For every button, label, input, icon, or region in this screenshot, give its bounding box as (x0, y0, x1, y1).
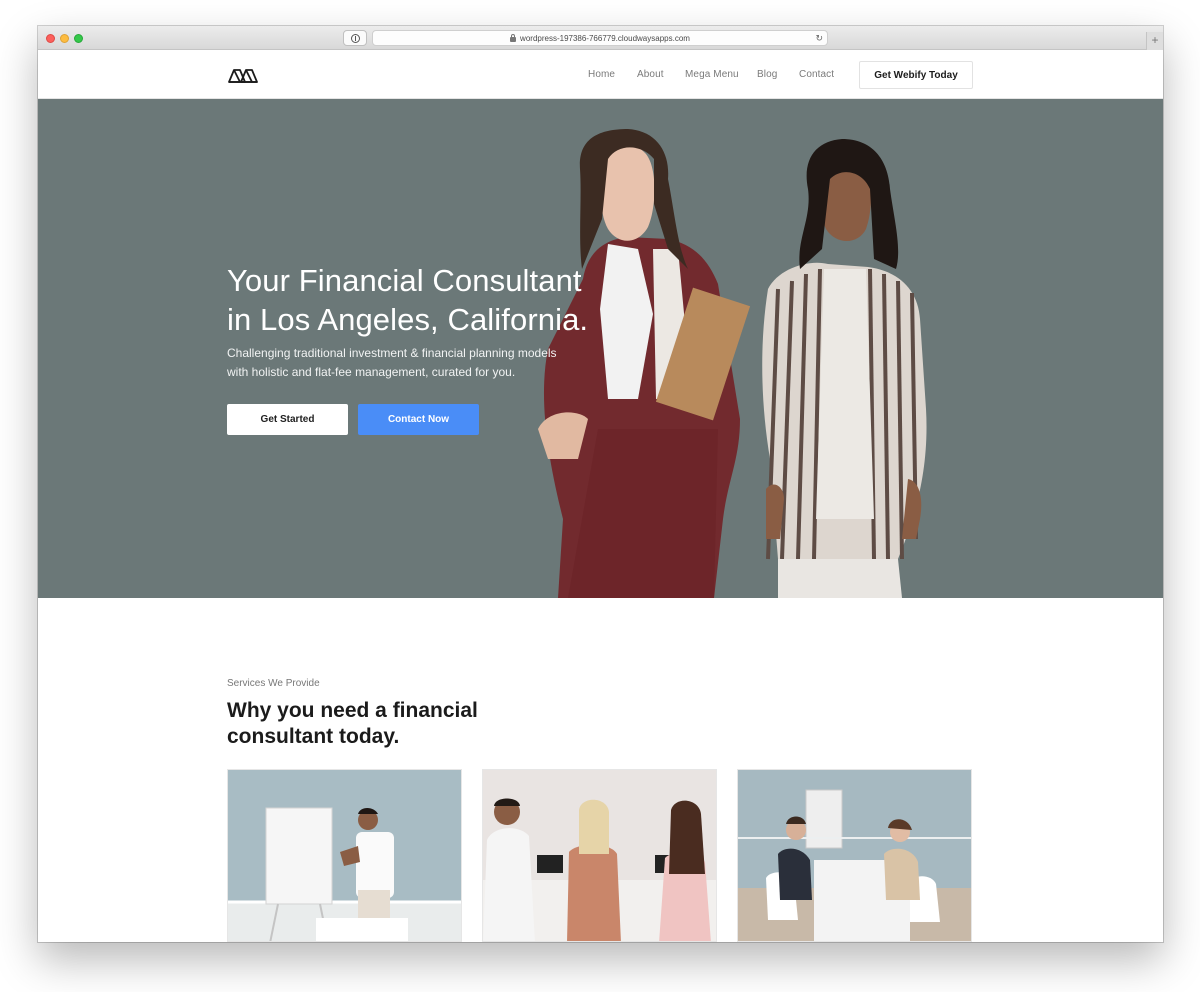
new-tab-button[interactable]: + (1146, 32, 1163, 50)
service-card-meeting[interactable] (737, 769, 972, 942)
browser-window: wordpress-197386-766779.cloudwaysapps.co… (38, 26, 1163, 942)
hero-title: Your Financial Consultant in Los Angeles… (227, 261, 647, 339)
get-started-button[interactable]: Get Started (227, 404, 348, 435)
nav-item-contact[interactable]: Contact (799, 69, 834, 80)
service-card-presentation[interactable] (227, 769, 462, 942)
browser-titlebar: wordpress-197386-766779.cloudwaysapps.co… (38, 26, 1163, 50)
services-title-line-1: Why you need a financial (227, 699, 478, 722)
close-window-button[interactable] (46, 34, 55, 43)
address-bar[interactable]: wordpress-197386-766779.cloudwaysapps.co… (372, 30, 828, 46)
privacy-report-button[interactable] (343, 30, 367, 46)
url-text: wordpress-197386-766779.cloudwaysapps.co… (520, 33, 690, 43)
hero-section: Your Financial Consultant in Los Angeles… (38, 99, 1163, 598)
team-photo (483, 770, 716, 941)
services-title-line-2: consultant today. (227, 725, 400, 748)
hero-subtitle-line-2: with holistic and flat-fee management, c… (227, 365, 516, 379)
nav-item-mega-menu[interactable]: Mega Menu (685, 69, 739, 80)
site-header: Home About Mega Menu Blog Contact Get We… (38, 50, 1163, 99)
nav-item-home[interactable]: Home (588, 69, 615, 80)
get-webify-button[interactable]: Get Webify Today (859, 61, 973, 89)
hero-subtitle: Challenging traditional investment & fin… (227, 344, 587, 382)
zoom-window-button[interactable] (74, 34, 83, 43)
services-title: Why you need a financial consultant toda… (227, 698, 478, 750)
hero-subtitle-line-1: Challenging traditional investment & fin… (227, 346, 557, 360)
service-card-team[interactable] (482, 769, 717, 942)
presentation-photo (228, 770, 461, 941)
nav-item-about[interactable]: About (637, 69, 664, 80)
contact-now-button[interactable]: Contact Now (358, 404, 479, 435)
minimize-window-button[interactable] (60, 34, 69, 43)
nav-item-blog[interactable]: Blog (757, 69, 777, 80)
meeting-photo (738, 770, 971, 941)
reload-icon[interactable]: ↻ (815, 33, 823, 44)
geometric-logo-icon[interactable] (227, 64, 259, 86)
hero-title-line-2: in Los Angeles, California. (227, 302, 589, 337)
services-eyebrow: Services We Provide (227, 678, 320, 689)
hero-title-line-1: Your Financial Consultant (227, 263, 582, 298)
lock-icon (510, 33, 517, 42)
privacy-icon (350, 33, 360, 43)
